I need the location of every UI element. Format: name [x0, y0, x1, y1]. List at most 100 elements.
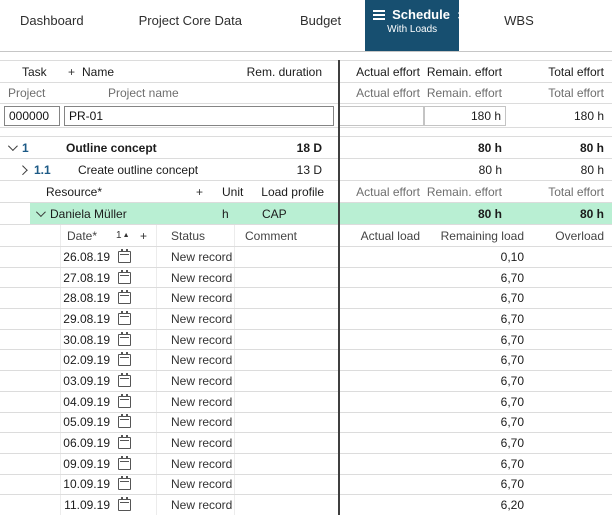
date-cell[interactable]: 26.08.19 [60, 247, 116, 267]
load-row[interactable]: 10.09.19 New record 6,70 [0, 475, 612, 496]
status-cell[interactable]: New record [156, 413, 234, 433]
date-cell[interactable]: 28.08.19 [60, 288, 116, 308]
remaining-load-cell[interactable]: 6,70 [424, 353, 528, 367]
comment-cell[interactable] [234, 392, 338, 412]
status-cell[interactable]: New record [156, 495, 234, 515]
load-row[interactable]: 04.09.19 New record 6,70 [0, 392, 612, 413]
comment-cell[interactable] [234, 247, 338, 267]
tab-wbs[interactable]: WBS [504, 0, 534, 51]
project-row[interactable]: 180 h 180 h [0, 104, 612, 128]
close-icon[interactable]: × [457, 8, 465, 22]
date-cell[interactable]: 05.09.19 [60, 413, 116, 433]
date-cell[interactable]: 27.08.19 [60, 268, 116, 288]
collapse-icon[interactable] [36, 210, 50, 217]
calendar-icon[interactable] [116, 251, 140, 263]
calendar-icon[interactable] [116, 499, 140, 511]
comment-cell[interactable] [234, 433, 338, 453]
status-cell[interactable]: New record [156, 350, 234, 370]
status-cell[interactable]: New record [156, 392, 234, 412]
comment-cell[interactable] [234, 330, 338, 350]
date-cell[interactable]: 06.09.19 [60, 433, 116, 453]
status-cell[interactable]: New record [156, 268, 234, 288]
comment-cell[interactable] [234, 495, 338, 515]
comment-cell[interactable] [234, 371, 338, 391]
load-row[interactable]: 27.08.19 New record 6,70 [0, 268, 612, 289]
remaining-load-cell[interactable]: 0,10 [424, 250, 528, 264]
calendar-icon[interactable] [116, 313, 140, 325]
calendar-icon[interactable] [116, 478, 140, 490]
remaining-load-cell[interactable]: 6,70 [424, 436, 528, 450]
tab-schedule[interactable]: Schedule × With Loads [365, 0, 459, 51]
remaining-load-cell[interactable]: 6,70 [424, 291, 528, 305]
comment-cell[interactable] [234, 475, 338, 495]
status-cell[interactable]: New record [156, 330, 234, 350]
task-row[interactable]: 1.1 Create outline concept 13 D 80 h 80 … [0, 159, 612, 181]
load-row[interactable]: 09.09.19 New record 6,70 [0, 454, 612, 475]
add-resource-button[interactable]: + [196, 185, 210, 199]
load-row[interactable]: 26.08.19 New record 0,10 [0, 247, 612, 268]
date-cell[interactable]: 02.09.19 [60, 350, 116, 370]
comment-cell[interactable] [234, 288, 338, 308]
comment-cell[interactable] [234, 268, 338, 288]
calendar-icon[interactable] [116, 437, 140, 449]
load-row[interactable]: 06.09.19 New record 6,70 [0, 433, 612, 454]
calendar-icon[interactable] [116, 272, 140, 284]
comment-cell[interactable] [234, 309, 338, 329]
status-cell[interactable]: New record [156, 454, 234, 474]
collapse-icon[interactable] [8, 144, 22, 151]
menu-icon[interactable] [373, 10, 385, 20]
date-cell[interactable]: 10.09.19 [60, 475, 116, 495]
project-actual-effort-cell[interactable] [338, 106, 424, 126]
status-cell[interactable]: New record [156, 475, 234, 495]
remaining-load-cell[interactable]: 6,70 [424, 415, 528, 429]
remaining-load-cell[interactable]: 6,20 [424, 498, 528, 512]
expand-icon[interactable] [20, 166, 34, 173]
tab-dashboard[interactable]: Dashboard [20, 0, 84, 51]
tab-project-core-data[interactable]: Project Core Data [139, 0, 242, 51]
add-load-button[interactable]: + [140, 229, 156, 243]
calendar-icon[interactable] [116, 354, 140, 366]
calendar-icon[interactable] [116, 292, 140, 304]
remaining-load-cell[interactable]: 6,70 [424, 271, 528, 285]
status-cell[interactable]: New record [156, 309, 234, 329]
remaining-load-cell[interactable]: 6,70 [424, 395, 528, 409]
date-cell[interactable]: 03.09.19 [60, 371, 116, 391]
status-cell[interactable]: New record [156, 371, 234, 391]
calendar-icon[interactable] [116, 396, 140, 408]
resource-row[interactable]: Daniela Müller h CAP 80 h 80 h [0, 203, 612, 225]
tab-budget[interactable]: Budget [300, 0, 341, 51]
status-cell[interactable]: New record [156, 288, 234, 308]
remaining-load-cell[interactable]: 6,70 [424, 374, 528, 388]
sort-indicator[interactable]: 1 ▲ [116, 230, 140, 241]
project-remain-effort-cell[interactable]: 180 h [424, 106, 506, 126]
load-row[interactable]: 03.09.19 New record 6,70 [0, 371, 612, 392]
date-cell[interactable]: 29.08.19 [60, 309, 116, 329]
add-task-button[interactable]: + [68, 65, 82, 79]
task-row[interactable]: 1 Outline concept 18 D 80 h 80 h [0, 137, 612, 159]
calendar-icon[interactable] [116, 375, 140, 387]
remaining-load-cell[interactable]: 6,70 [424, 312, 528, 326]
comment-cell[interactable] [234, 454, 338, 474]
status-cell[interactable]: New record [156, 247, 234, 267]
date-cell[interactable]: 11.09.19 [60, 495, 116, 515]
load-row[interactable]: 28.08.19 New record 6,70 [0, 288, 612, 309]
load-row[interactable]: 11.09.19 New record 6,20 [0, 495, 612, 515]
project-name-input[interactable] [64, 106, 334, 126]
status-cell[interactable]: New record [156, 433, 234, 453]
remaining-load-cell[interactable]: 6,70 [424, 333, 528, 347]
comment-cell[interactable] [234, 350, 338, 370]
comment-cell[interactable] [234, 413, 338, 433]
calendar-icon[interactable] [116, 416, 140, 428]
load-row[interactable]: 30.08.19 New record 6,70 [0, 330, 612, 351]
project-id-input[interactable] [4, 106, 60, 126]
date-cell[interactable]: 09.09.19 [60, 454, 116, 474]
load-row[interactable]: 02.09.19 New record 6,70 [0, 350, 612, 371]
remaining-load-cell[interactable]: 6,70 [424, 477, 528, 491]
calendar-icon[interactable] [116, 458, 140, 470]
load-row[interactable]: 05.09.19 New record 6,70 [0, 413, 612, 434]
load-row[interactable]: 29.08.19 New record 6,70 [0, 309, 612, 330]
calendar-icon[interactable] [116, 334, 140, 346]
date-cell[interactable]: 30.08.19 [60, 330, 116, 350]
remaining-load-cell[interactable]: 6,70 [424, 457, 528, 471]
date-cell[interactable]: 04.09.19 [60, 392, 116, 412]
